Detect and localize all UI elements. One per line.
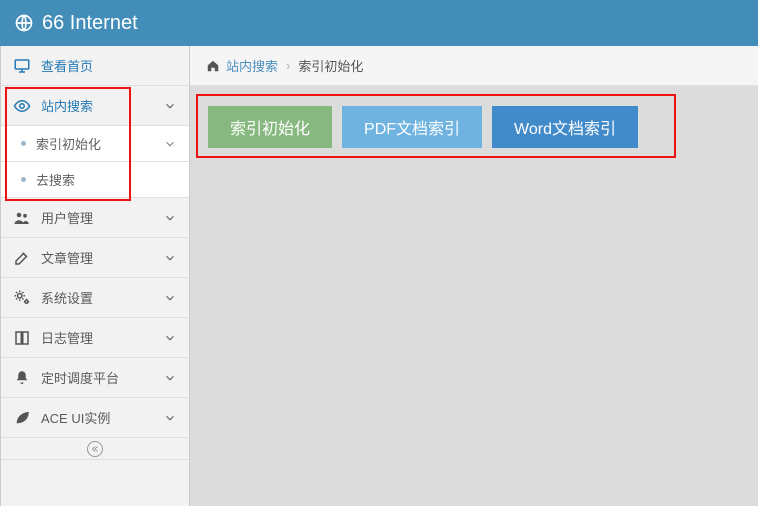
- sidebar-item-settings[interactable]: 系统设置: [1, 278, 189, 318]
- sidebar-item-label: 查看首页: [41, 56, 177, 75]
- gears-icon: [13, 289, 31, 307]
- chevron-down-icon: [163, 331, 177, 345]
- sidebar-subitem-go-search[interactable]: 去搜索: [1, 162, 189, 198]
- init-index-button[interactable]: 索引初始化: [208, 106, 332, 148]
- sidebar-item-label: 日志管理: [41, 328, 163, 347]
- sidebar-item-label: 去搜索: [36, 170, 177, 189]
- sidebar-item-ace-ui[interactable]: ACE UI实例: [1, 398, 189, 438]
- sidebar-item-label: 站内搜索: [41, 96, 163, 115]
- sidebar-item-articles[interactable]: 文章管理: [1, 238, 189, 278]
- double-chevron-left-icon: [87, 441, 103, 457]
- sidebar-item-label: 索引初始化: [36, 134, 163, 153]
- sidebar-subitem-index-init[interactable]: 索引初始化: [1, 126, 189, 162]
- breadcrumb-root-link[interactable]: 站内搜索: [226, 56, 278, 75]
- sidebar-item-users[interactable]: 用户管理: [1, 198, 189, 238]
- sidebar-item-label: 文章管理: [41, 248, 163, 267]
- content-area: 站内搜索 › 索引初始化 索引初始化 PDF文档索引 Word文档索引: [190, 46, 758, 506]
- bell-icon: [13, 369, 31, 387]
- sidebar-item-scheduler[interactable]: 定时调度平台: [1, 358, 189, 398]
- sidebar-item-label: 用户管理: [41, 208, 163, 227]
- sidebar-item-label: 系统设置: [41, 288, 163, 307]
- sidebar-item-site-search[interactable]: 站内搜索: [1, 86, 189, 126]
- sidebar-submenu-site-search: 索引初始化 去搜索: [1, 126, 189, 198]
- sidebar-item-home[interactable]: 查看首页: [1, 46, 189, 86]
- sidebar-item-logs[interactable]: 日志管理: [1, 318, 189, 358]
- sidebar-item-label: ACE UI实例: [41, 408, 163, 427]
- action-button-row: 索引初始化 PDF文档索引 Word文档索引: [208, 106, 740, 148]
- users-icon: [13, 209, 31, 227]
- app-title: 66 Internet: [42, 12, 138, 35]
- sidebar: 查看首页 站内搜索 索引初始化: [0, 46, 190, 506]
- chevron-down-icon: [163, 137, 177, 151]
- chevron-down-icon: [163, 371, 177, 385]
- sidebar-collapse-toggle[interactable]: [1, 438, 189, 460]
- edit-icon: [13, 249, 31, 267]
- home-icon: [206, 59, 226, 73]
- breadcrumb-separator: ›: [286, 58, 290, 73]
- book-icon: [13, 329, 31, 347]
- pdf-index-button[interactable]: PDF文档索引: [342, 106, 482, 148]
- globe-icon: [14, 13, 34, 33]
- page-body: 索引初始化 PDF文档索引 Word文档索引: [190, 86, 758, 506]
- breadcrumb-current: 索引初始化: [298, 56, 363, 75]
- chevron-down-icon: [163, 251, 177, 265]
- leaf-icon: [13, 409, 31, 427]
- monitor-icon: [13, 57, 31, 75]
- word-index-button[interactable]: Word文档索引: [492, 106, 638, 148]
- top-bar: 66 Internet: [0, 0, 758, 46]
- chevron-down-icon: [163, 99, 177, 113]
- chevron-down-icon: [163, 291, 177, 305]
- chevron-down-icon: [163, 411, 177, 425]
- chevron-down-icon: [163, 211, 177, 225]
- eye-icon: [13, 97, 31, 115]
- sidebar-item-label: 定时调度平台: [41, 368, 163, 387]
- breadcrumb: 站内搜索 › 索引初始化: [190, 46, 758, 86]
